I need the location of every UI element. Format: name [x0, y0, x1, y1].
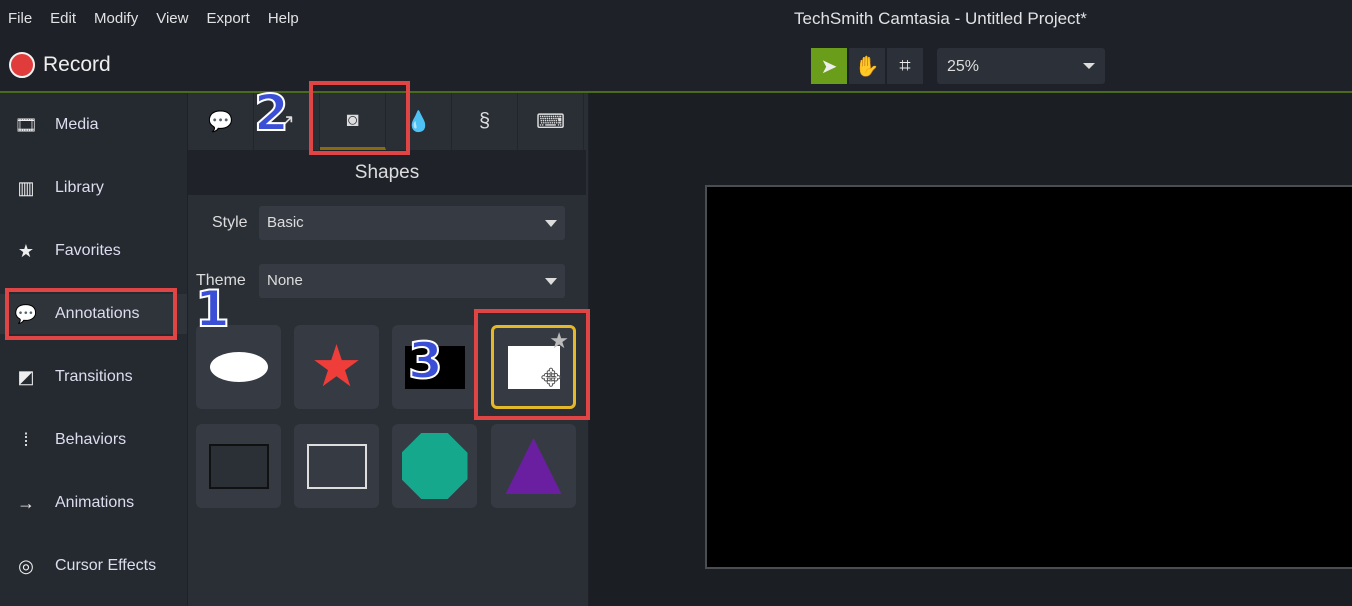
rectangle-shape: [306, 443, 367, 489]
menu-bar: File Edit Modify View Export Help: [0, 0, 1352, 36]
shape-tile-triangle[interactable]: [491, 424, 576, 508]
keyboard-icon: ⌨: [536, 111, 565, 133]
menu-export[interactable]: Export: [206, 10, 249, 27]
behaviors-icon: ⁞: [23, 429, 29, 450]
callout-icon: 💬: [208, 111, 233, 133]
star-shape: ★: [310, 334, 363, 399]
style-label: Style: [212, 214, 248, 231]
record-button[interactable]: Record: [9, 52, 111, 78]
sidebar-item-favorites[interactable]: ★ Favorites: [0, 231, 187, 271]
pan-tool-button[interactable]: ✋: [849, 48, 885, 84]
panel-title: Shapes: [188, 150, 586, 195]
sidebar-item-behaviors[interactable]: ⁞ Behaviors: [0, 420, 187, 460]
step-number-1: 1: [194, 279, 231, 339]
shape-tile-outlined-rectangle[interactable]: [294, 424, 379, 508]
shape-tile-star[interactable]: ★: [294, 325, 379, 409]
record-icon: [9, 52, 35, 78]
zoom-level-value: 25%: [947, 58, 980, 75]
chevron-down-icon: [545, 220, 557, 227]
film-icon: 🎞: [14, 114, 38, 135]
select-tool-button[interactable]: ➤: [811, 48, 847, 84]
shape-tile-dark-rectangle[interactable]: [196, 424, 281, 508]
menu-file[interactable]: File: [8, 10, 32, 27]
sidebar-item-label: Transitions: [55, 368, 133, 385]
sidebar-item-label: Library: [55, 179, 104, 196]
library-icon: ▥: [17, 177, 35, 198]
sidebar-item-transitions[interactable]: ◩ Transitions: [0, 357, 187, 397]
style-value: Basic: [267, 214, 304, 231]
highlight-box-rectangle-tile: [474, 309, 590, 420]
zoom-level-dropdown[interactable]: 25%: [937, 48, 1105, 84]
chevron-down-icon: [1083, 63, 1095, 69]
animation-arrow-icon: →: [17, 492, 35, 513]
ellipse-shape: [209, 352, 268, 382]
record-label: Record: [43, 53, 111, 76]
sidebar-item-cursor-effects[interactable]: ◎ Cursor Effects: [0, 546, 187, 586]
sidebar-item-animations[interactable]: → Animations: [0, 483, 187, 523]
sidebar-item-label: Behaviors: [55, 431, 127, 448]
rectangle-shape: [208, 443, 269, 489]
highlight-box-annotations: [5, 288, 177, 340]
window-title: TechSmith Camtasia - Untitled Project*: [794, 9, 1087, 28]
theme-value: None: [267, 272, 303, 289]
video-canvas[interactable]: [705, 185, 1352, 569]
tab-sketch-motion[interactable]: §: [452, 93, 518, 150]
star-icon: ★: [17, 240, 35, 261]
octagon-shape: [401, 433, 468, 499]
sidebar-item-label: Favorites: [55, 242, 121, 259]
crop-tool-button[interactable]: ⌗: [887, 48, 923, 84]
squiggle-icon: §: [478, 110, 491, 132]
cursor-effects-icon: ◎: [18, 555, 34, 576]
sidebar-item-label: Animations: [55, 494, 135, 511]
sidebar-item-library[interactable]: ▥ Library: [0, 168, 187, 208]
menu-help[interactable]: Help: [268, 10, 299, 27]
menu-view[interactable]: View: [156, 10, 188, 27]
step-number-2: 2: [253, 83, 290, 143]
chevron-down-icon: [545, 278, 557, 285]
theme-dropdown[interactable]: None: [259, 264, 565, 298]
crop-icon: ⌗: [899, 54, 911, 77]
step-number-3: 3: [407, 331, 444, 391]
sidebar-item-label: Media: [55, 116, 99, 133]
transition-icon: ◩: [17, 366, 35, 387]
menu-edit[interactable]: Edit: [50, 10, 76, 27]
select-arrow-icon: ➤: [820, 55, 838, 78]
tab-keystroke[interactable]: ⌨: [518, 93, 584, 150]
highlight-box-shapes-tab: [309, 81, 410, 155]
sidebar-item-media[interactable]: 🎞 Media: [0, 105, 187, 145]
sidebar-item-label: Cursor Effects: [55, 557, 157, 574]
triangle-shape: [505, 438, 562, 494]
style-dropdown[interactable]: Basic: [259, 206, 565, 240]
shape-tile-octagon[interactable]: [392, 424, 477, 508]
hand-icon: ✋: [854, 55, 880, 78]
menu-modify[interactable]: Modify: [94, 10, 138, 27]
sidebar: 🎞 Media ▥ Library ★ Favorites 💬 Annotations …: [0, 93, 187, 606]
tab-callouts[interactable]: 💬: [188, 93, 254, 150]
